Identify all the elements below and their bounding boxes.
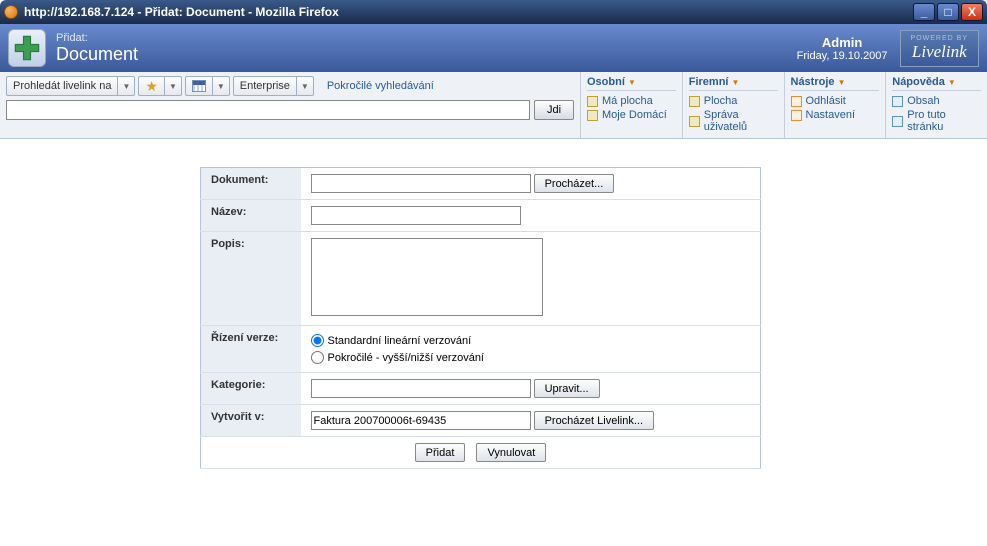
field-label-version: Řízení verze: [201, 326, 301, 373]
search-input[interactable] [6, 100, 530, 120]
add-icon [8, 29, 46, 67]
nav-col-help[interactable]: Nápověda ▼ [892, 74, 981, 91]
chevron-down-icon: ▼ [301, 82, 309, 91]
submit-button[interactable]: Přidat [415, 443, 466, 462]
app-header: Přidat: Document Admin Friday, 19.10.200… [0, 24, 987, 72]
tool-icon [791, 96, 802, 107]
browse-livelink-button[interactable]: Procházet Livelink... [534, 411, 654, 430]
field-label-create-in: Vytvořit v: [201, 405, 301, 437]
field-label-document: Dokument: [201, 168, 301, 200]
chevron-down-icon: ▼ [948, 78, 956, 87]
user-name: Admin [797, 35, 888, 50]
chevron-down-icon: ▼ [838, 78, 846, 87]
edit-button[interactable]: Upravit... [534, 379, 600, 398]
window-maximize-button[interactable]: □ [937, 3, 959, 21]
document-file-input[interactable] [311, 174, 531, 193]
calendar-icon [192, 80, 206, 92]
user-date: Friday, 19.10.2007 [797, 50, 888, 62]
tool-icon [791, 110, 802, 121]
category-input[interactable] [311, 379, 531, 398]
livelink-logo: POWERED BY Livelink [900, 30, 979, 67]
version-standard-radio[interactable] [311, 334, 324, 347]
nav-link[interactable]: Plocha [689, 94, 778, 108]
search-scope-dropdown[interactable]: ▼ [117, 76, 135, 96]
version-standard-label: Standardní lineární verzování [328, 335, 472, 347]
chevron-down-icon: ▼ [732, 78, 740, 87]
enterprise-button[interactable]: Enterprise [233, 76, 296, 96]
document-form: Dokument: Procházet... Název: Popis: Říz… [200, 167, 761, 469]
chevron-down-icon: ▼ [169, 82, 177, 91]
main-content: Dokument: Procházet... Název: Popis: Říz… [0, 139, 987, 469]
nav-link[interactable]: Správa uživatelů [689, 108, 778, 134]
window-close-button[interactable]: X [961, 3, 983, 21]
description-textarea[interactable] [311, 238, 543, 316]
page-icon [587, 110, 598, 121]
browse-button[interactable]: Procházet... [534, 174, 615, 193]
calendar-button[interactable] [185, 76, 212, 96]
nav-col-company[interactable]: Firemní ▼ [689, 74, 778, 91]
star-icon: ★ [145, 79, 158, 93]
firefox-icon [4, 5, 18, 19]
field-label-name: Název: [201, 200, 301, 232]
window-title: http://192.168.7.124 - Přidat: Document … [24, 5, 913, 19]
page-title: Document [56, 44, 138, 65]
nav-link-logout[interactable]: Odhlásit [791, 94, 880, 108]
nav-menu: Osobní ▼ Má plocha Moje Domácí Firemní ▼… [580, 72, 987, 138]
nav-link-settings[interactable]: Nastavení [791, 108, 880, 122]
chevron-down-icon: ▼ [122, 82, 130, 91]
user-info: Admin Friday, 19.10.2007 [797, 35, 888, 62]
page-subtitle: Přidat: [56, 32, 138, 44]
calendar-dropdown[interactable]: ▼ [212, 76, 230, 96]
nav-link[interactable]: Pro tuto stránku [892, 108, 981, 134]
chevron-down-icon: ▼ [628, 78, 636, 87]
page-icon [689, 96, 700, 107]
create-in-input[interactable] [311, 411, 531, 430]
page-icon [587, 96, 598, 107]
search-scope-button[interactable]: Prohledát livelink na [6, 76, 117, 96]
advanced-search-link[interactable]: Pokročilé vyhledávání [327, 80, 434, 92]
field-label-description: Popis: [201, 232, 301, 326]
nav-row: Prohledát livelink na ▼ ★ ▼ ▼ Enterprise… [0, 72, 987, 139]
field-label-category: Kategorie: [201, 373, 301, 405]
search-toolbar: Prohledát livelink na ▼ ★ ▼ ▼ Enterprise… [0, 72, 580, 138]
nav-link[interactable]: Obsah [892, 94, 981, 108]
favorites-button[interactable]: ★ [138, 76, 164, 96]
reset-button[interactable]: Vynulovat [476, 443, 546, 462]
version-advanced-radio[interactable] [311, 351, 324, 364]
help-icon [892, 116, 903, 127]
version-advanced-label: Pokročilé - vyšší/nižší verzování [328, 352, 485, 364]
name-input[interactable] [311, 206, 521, 225]
favorites-dropdown[interactable]: ▼ [164, 76, 182, 96]
nav-col-personal[interactable]: Osobní ▼ [587, 74, 676, 91]
help-icon [892, 96, 903, 107]
go-button[interactable]: Jdi [534, 100, 574, 120]
page-icon [689, 116, 700, 127]
nav-link[interactable]: Moje Domácí [587, 108, 676, 122]
window-minimize-button[interactable]: _ [913, 3, 935, 21]
chevron-down-icon: ▼ [217, 82, 225, 91]
window-titlebar: http://192.168.7.124 - Přidat: Document … [0, 0, 987, 24]
nav-link[interactable]: Má plocha [587, 94, 676, 108]
nav-col-tools[interactable]: Nástroje ▼ [791, 74, 880, 91]
enterprise-dropdown[interactable]: ▼ [296, 76, 314, 96]
